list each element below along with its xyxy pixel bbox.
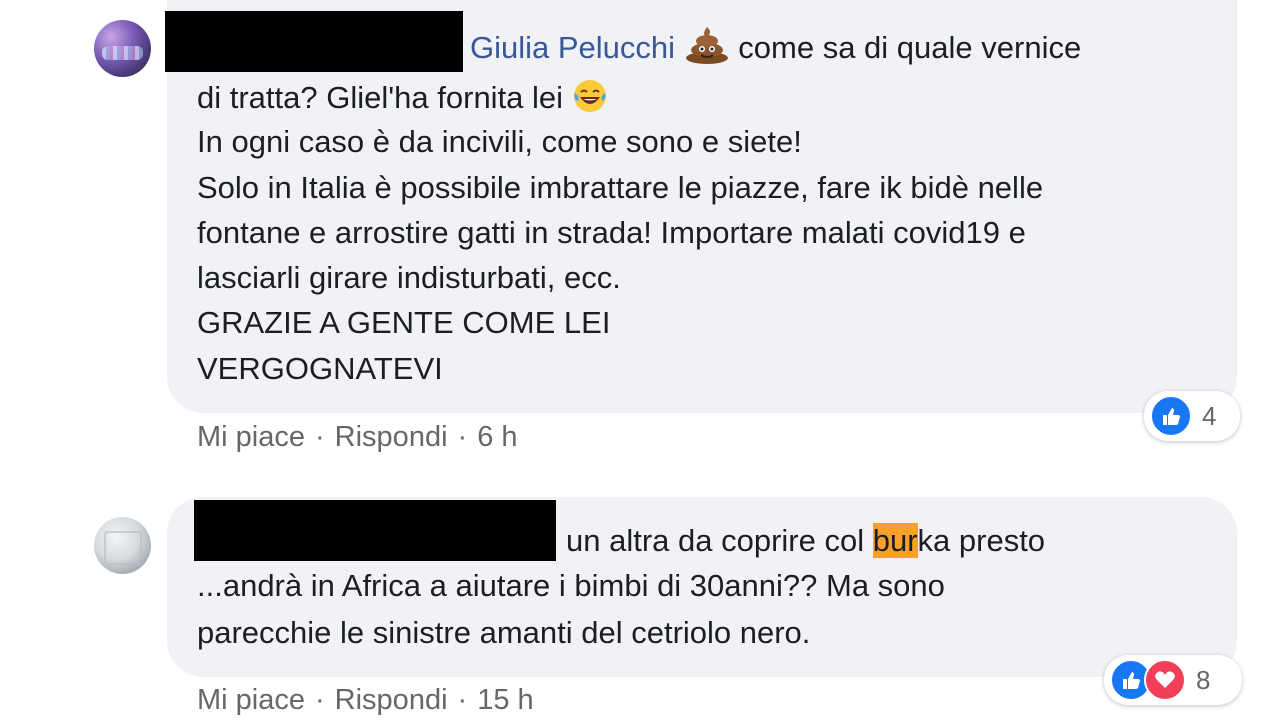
reaction-summary[interactable]: 4 [1144, 391, 1240, 441]
comment-line: parecchie le sinistre amanti del cetriol… [197, 615, 811, 650]
comment-line: Giulia Pelucchi come sa di quale vernice [470, 24, 1081, 76]
comment-line: VERGOGNATEVI [197, 351, 443, 386]
reaction-count: 4 [1202, 400, 1217, 431]
commenter-avatar[interactable] [94, 20, 151, 77]
commenter-avatar[interactable] [94, 517, 151, 574]
comment-line: In ogni caso è da incivili, come sono e … [197, 124, 802, 159]
tagged-user-link[interactable]: Giulia Pelucchi [470, 30, 675, 65]
comment-line: un altra da coprire col burka presto [566, 523, 1046, 558]
comment-actions: Mi piace · Rispondi · 15 h [197, 684, 534, 717]
reaction-count: 8 [1196, 664, 1211, 695]
separator-dot: · [457, 684, 468, 716]
separator-dot: · [315, 684, 325, 716]
timestamp-link[interactable]: 15 h [477, 684, 533, 717]
redacted-author-name [165, 11, 463, 72]
reply-link[interactable]: Rispondi [335, 684, 448, 717]
reaction-summary[interactable]: 8 [1104, 655, 1242, 705]
like-link[interactable]: Mi piace [197, 421, 305, 454]
separator-dot: · [315, 421, 325, 453]
like-link[interactable]: Mi piace [197, 684, 305, 717]
comment-line: fontane e arrostire gatti in strada! Imp… [197, 215, 1026, 250]
love-reaction-icon [1144, 659, 1186, 701]
reply-link[interactable]: Rispondi [335, 421, 448, 454]
comment-line: lasciarli girare indisturbati, ecc. [197, 260, 621, 295]
comment-line: ...andrà in Africa a aiutare i bimbi di … [197, 568, 945, 603]
comment-actions: Mi piace · Rispondi · 6 h [197, 421, 518, 454]
timestamp-link[interactable]: 6 h [477, 421, 517, 454]
poop-emoji-icon [684, 24, 730, 76]
comment-line: GRAZIE A GENTE COME LEI [197, 305, 611, 340]
redacted-author-name [194, 500, 556, 561]
comment-line: Solo in Italia è possibile imbrattare le… [197, 170, 1044, 205]
highlighted-text: bur [872, 523, 918, 558]
separator-dot: · [457, 421, 468, 453]
like-reaction-icon [1150, 395, 1192, 437]
